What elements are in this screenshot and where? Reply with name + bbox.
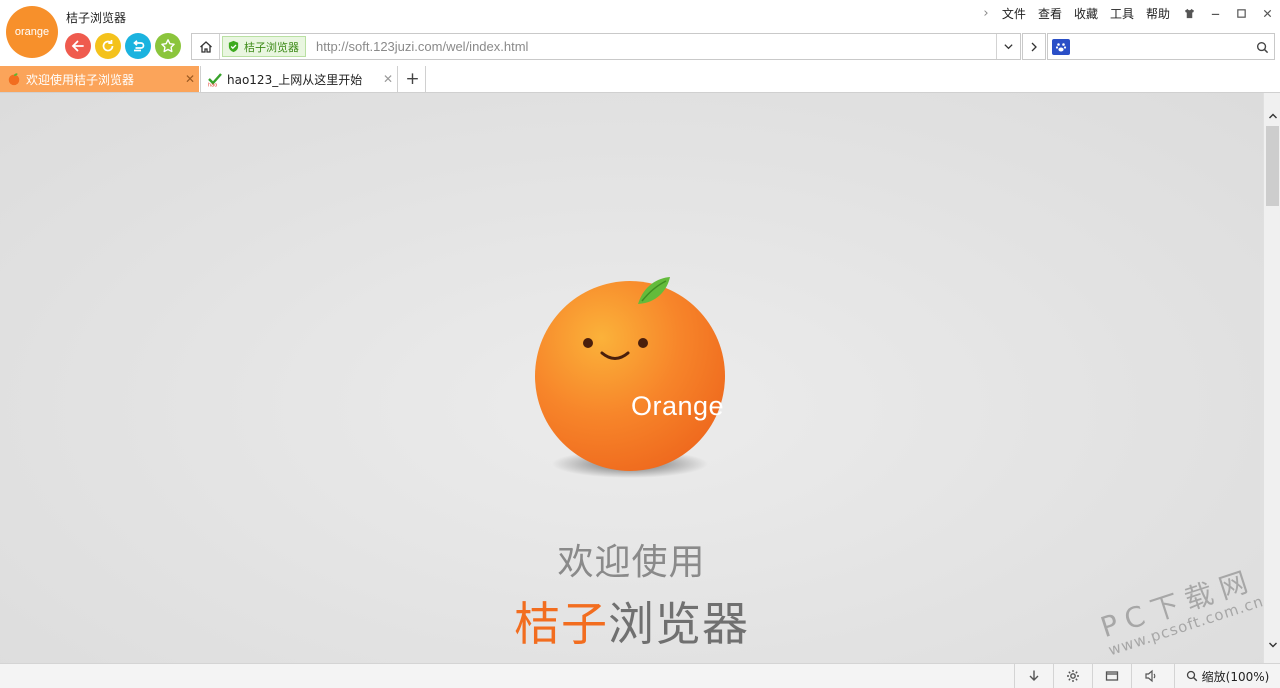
welcome-heading: 欢迎使用: [557, 542, 706, 583]
undo-icon: [133, 40, 145, 52]
home-icon: [199, 40, 212, 53]
menu-item-favorites[interactable]: 收藏: [1068, 5, 1104, 22]
orange-mascot-illustration: [535, 277, 725, 478]
chevron-up-icon: [1268, 113, 1277, 118]
logo-text: orange: [14, 26, 50, 38]
brand-part-browser: 浏览器: [608, 597, 749, 651]
brand-part-orange: 桔子: [514, 597, 608, 651]
close-icon: [1263, 9, 1271, 17]
back-button[interactable]: [65, 33, 91, 59]
window-icon: [1105, 671, 1118, 681]
menu-bar: › 文件 查看 收藏 工具 帮助: [976, 4, 1280, 22]
scroll-down-button[interactable]: [1264, 636, 1280, 653]
skin-button[interactable]: [1176, 4, 1202, 22]
status-bar: 缩放(100%): [0, 663, 1280, 688]
security-badge-label: 桔子浏览器: [244, 40, 299, 54]
refresh-icon: [102, 40, 114, 52]
plus-icon: +: [405, 69, 420, 89]
shield-check-icon: [228, 40, 239, 53]
brand-heading: 桔子浏览器: [0, 588, 1263, 654]
scroll-up-button[interactable]: [1264, 107, 1280, 124]
tab-strip: 欢迎使用桔子浏览器 ✕ hao hao123_上网从这里开始 ✕ +: [0, 66, 1280, 93]
close-window-button[interactable]: [1254, 4, 1280, 22]
hao123-favicon-icon: hao: [207, 71, 223, 87]
app-logo[interactable]: orange: [6, 6, 58, 58]
security-badge[interactable]: 桔子浏览器: [222, 36, 306, 57]
search-button[interactable]: [1254, 39, 1270, 55]
search-box: [1047, 33, 1275, 60]
scroll-thumb[interactable]: [1266, 126, 1279, 206]
window-mode-button[interactable]: [1092, 664, 1130, 688]
zoom-level: 缩放(100%): [1201, 669, 1270, 684]
menu-item-help[interactable]: 帮助: [1140, 5, 1176, 22]
search-engine-selector[interactable]: [1052, 39, 1070, 55]
shirt-icon: [1184, 8, 1194, 18]
zoom-icon: [1186, 670, 1197, 682]
mascot-text: Orange: [631, 391, 725, 421]
go-button[interactable]: [1022, 33, 1046, 60]
browser-toolbar: orange 桔子浏览器 › 文件 查看 收藏 工具 帮助 桔子浏览器 http…: [0, 0, 1280, 66]
menu-item-file[interactable]: 文件: [996, 5, 1032, 22]
speaker-icon: [1144, 669, 1155, 683]
tab-label: 欢迎使用桔子浏览器: [26, 72, 135, 87]
download-button[interactable]: [1014, 664, 1052, 688]
gear-icon: [1066, 670, 1079, 682]
maximize-button[interactable]: [1228, 4, 1254, 22]
zoom-control[interactable]: 缩放(100%): [1174, 664, 1280, 688]
tab-hao123[interactable]: hao hao123_上网从这里开始 ✕: [200, 66, 398, 92]
volume-button[interactable]: [1131, 664, 1169, 688]
favorite-button[interactable]: [155, 33, 181, 59]
svg-text:hao: hao: [208, 83, 217, 88]
tab-close-button[interactable]: ✕: [379, 72, 397, 86]
tab-label: hao123_上网从这里开始: [227, 72, 363, 87]
search-icon: [1256, 41, 1268, 53]
menu-item-tools[interactable]: 工具: [1104, 5, 1140, 22]
star-icon: [161, 39, 175, 53]
address-bar: 桔子浏览器: [191, 33, 1021, 60]
home-button[interactable]: [192, 34, 220, 59]
chevron-right-icon[interactable]: ›: [976, 6, 996, 21]
url-input[interactable]: [316, 37, 986, 56]
download-icon: [1029, 670, 1038, 681]
minimize-icon: [1211, 13, 1219, 15]
paw-icon: [1055, 43, 1067, 52]
chevron-down-icon: [1004, 44, 1013, 50]
refresh-button[interactable]: [95, 33, 121, 59]
window-title: 桔子浏览器: [66, 11, 127, 25]
restore-tab-button[interactable]: [125, 33, 151, 59]
chevron-right-icon: [1031, 42, 1037, 51]
vertical-scrollbar[interactable]: [1263, 93, 1280, 663]
settings-button[interactable]: [1053, 664, 1091, 688]
tab-close-button[interactable]: ✕: [181, 72, 199, 86]
new-tab-button[interactable]: +: [400, 66, 426, 92]
chevron-down-icon: [1268, 642, 1277, 647]
minimize-button[interactable]: [1202, 4, 1228, 22]
tab-welcome[interactable]: 欢迎使用桔子浏览器 ✕: [0, 66, 199, 92]
page-content: Orange 欢迎使用 桔子浏览器: [0, 93, 1263, 663]
orange-favicon-icon: [6, 71, 22, 87]
maximize-icon: [1236, 8, 1246, 18]
url-history-dropdown[interactable]: [996, 34, 1020, 59]
search-input[interactable]: [1074, 37, 1246, 56]
menu-item-view[interactable]: 查看: [1032, 5, 1068, 22]
arrow-left-icon: [71, 40, 84, 52]
